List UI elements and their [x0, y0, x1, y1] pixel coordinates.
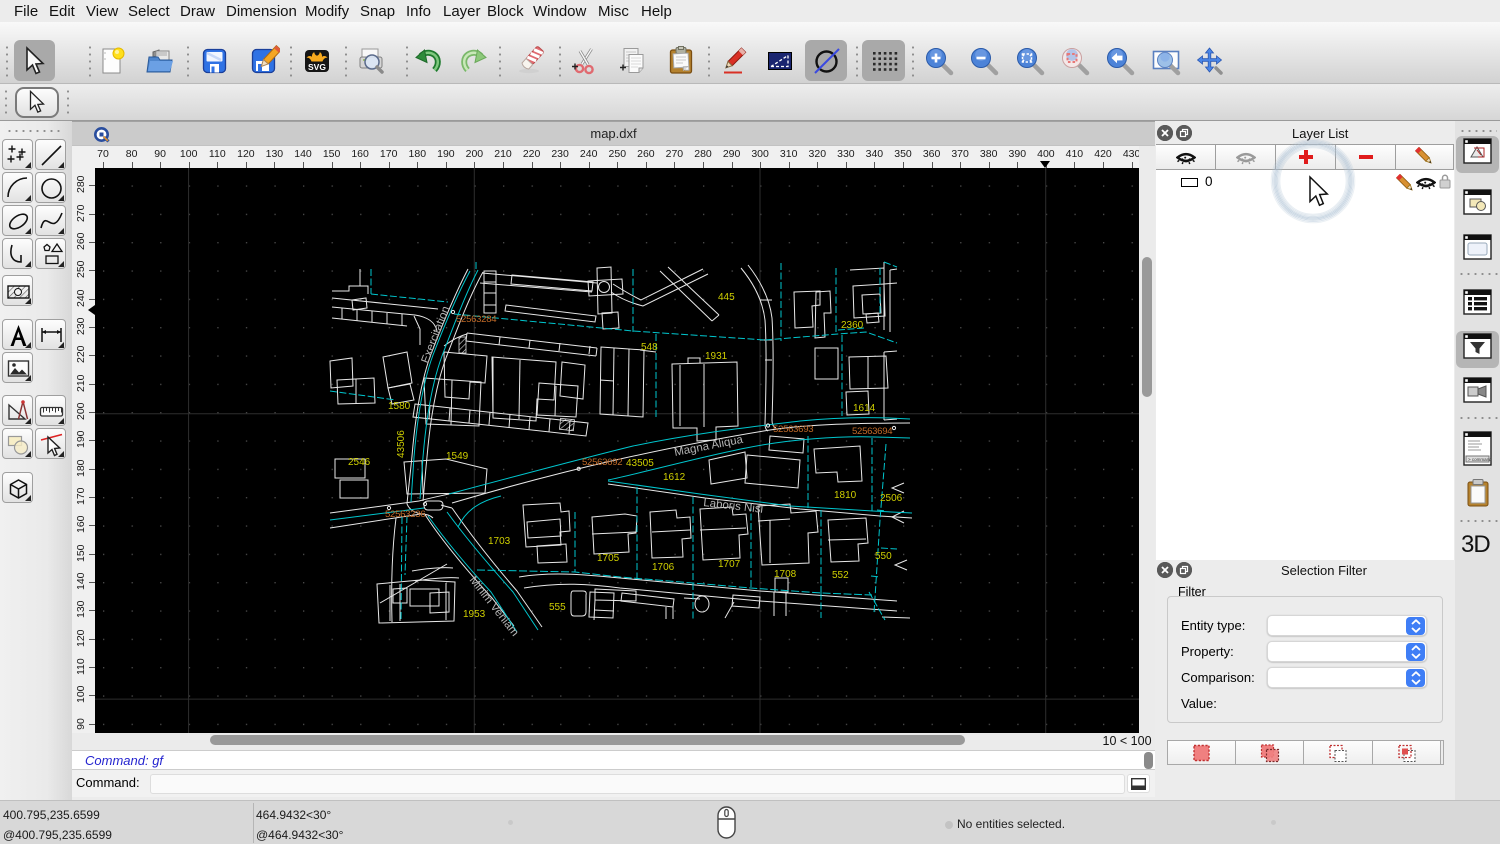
svg-text:2360: 2360: [841, 320, 864, 331]
svg-text:1549: 1549: [446, 451, 469, 462]
svg-text:1614: 1614: [853, 403, 876, 414]
svg-text:> command: > command: [1468, 457, 1492, 462]
svg-text:1580: 1580: [388, 401, 411, 412]
svg-text:552: 552: [832, 570, 849, 581]
svg-text:1707: 1707: [718, 559, 741, 570]
svg-text:548: 548: [641, 342, 658, 353]
svg-text:52563692: 52563692: [582, 457, 622, 468]
svg-text:52563693: 52563693: [773, 424, 813, 435]
svg-text:445: 445: [718, 292, 735, 303]
svg-text:SVG: SVG: [308, 62, 326, 72]
svg-text:1612: 1612: [663, 472, 686, 483]
svg-text:43506: 43506: [396, 430, 407, 458]
svg-text:1705: 1705: [597, 553, 620, 564]
svg-text:1931: 1931: [705, 351, 728, 362]
svg-text:52563236: 52563236: [385, 509, 425, 520]
svg-text:1953: 1953: [463, 609, 486, 620]
svg-text:1703: 1703: [488, 536, 511, 547]
svg-text:52563694: 52563694: [852, 426, 893, 437]
svg-text:2506: 2506: [880, 493, 903, 504]
svg-text:1810: 1810: [834, 490, 857, 501]
svg-text:550: 550: [875, 551, 892, 562]
svg-text:52563284: 52563284: [456, 314, 497, 325]
svg-text:43505: 43505: [626, 458, 654, 469]
svg-text:555: 555: [549, 602, 566, 613]
svg-text:2546: 2546: [348, 457, 371, 468]
svg-text:1708: 1708: [774, 569, 797, 580]
svg-text:1706: 1706: [652, 562, 675, 573]
